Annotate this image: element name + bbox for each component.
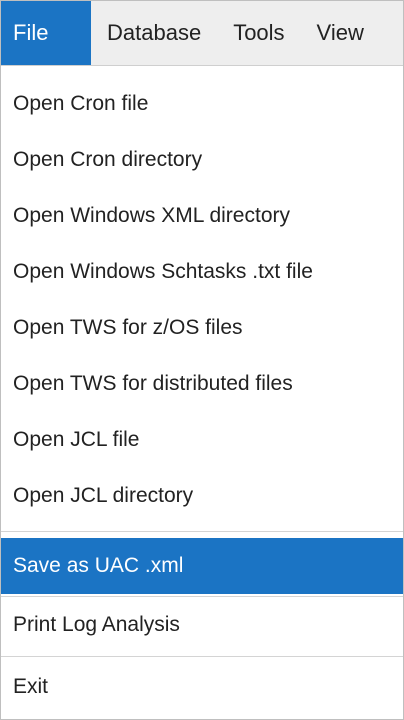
file-dropdown-menu: Open Cron file Open Cron directory Open … <box>1 66 403 719</box>
menu-item-open-windows-schtasks-file[interactable]: Open Windows Schtasks .txt file <box>1 244 403 300</box>
menu-database[interactable]: Database <box>91 1 217 65</box>
menu-item-open-tws-distributed-files[interactable]: Open TWS for distributed files <box>1 356 403 412</box>
menu-view[interactable]: View <box>301 1 380 65</box>
menu-separator <box>1 656 403 657</box>
menu-file[interactable]: File <box>1 1 91 65</box>
menu-item-save-as-uac-xml[interactable]: Save as UAC .xml <box>1 538 403 594</box>
menu-item-open-jcl-file[interactable]: Open JCL file <box>1 412 403 468</box>
menu-item-open-tws-zos-files[interactable]: Open TWS for z/OS files <box>1 300 403 356</box>
menu-item-open-cron-directory[interactable]: Open Cron directory <box>1 132 403 188</box>
menu-item-open-jcl-directory[interactable]: Open JCL directory <box>1 468 403 524</box>
menu-item-print-log-analysis[interactable]: Print Log Analysis <box>1 597 403 653</box>
menu-bar: File Database Tools View <box>1 1 403 66</box>
menu-separator <box>1 531 403 532</box>
menu-item-open-windows-xml-directory[interactable]: Open Windows XML directory <box>1 188 403 244</box>
menu-tools[interactable]: Tools <box>217 1 300 65</box>
app-window: File Database Tools View Open Cron file … <box>0 0 404 720</box>
menu-item-open-cron-file[interactable]: Open Cron file <box>1 76 403 132</box>
menu-item-exit[interactable]: Exit <box>1 659 403 715</box>
